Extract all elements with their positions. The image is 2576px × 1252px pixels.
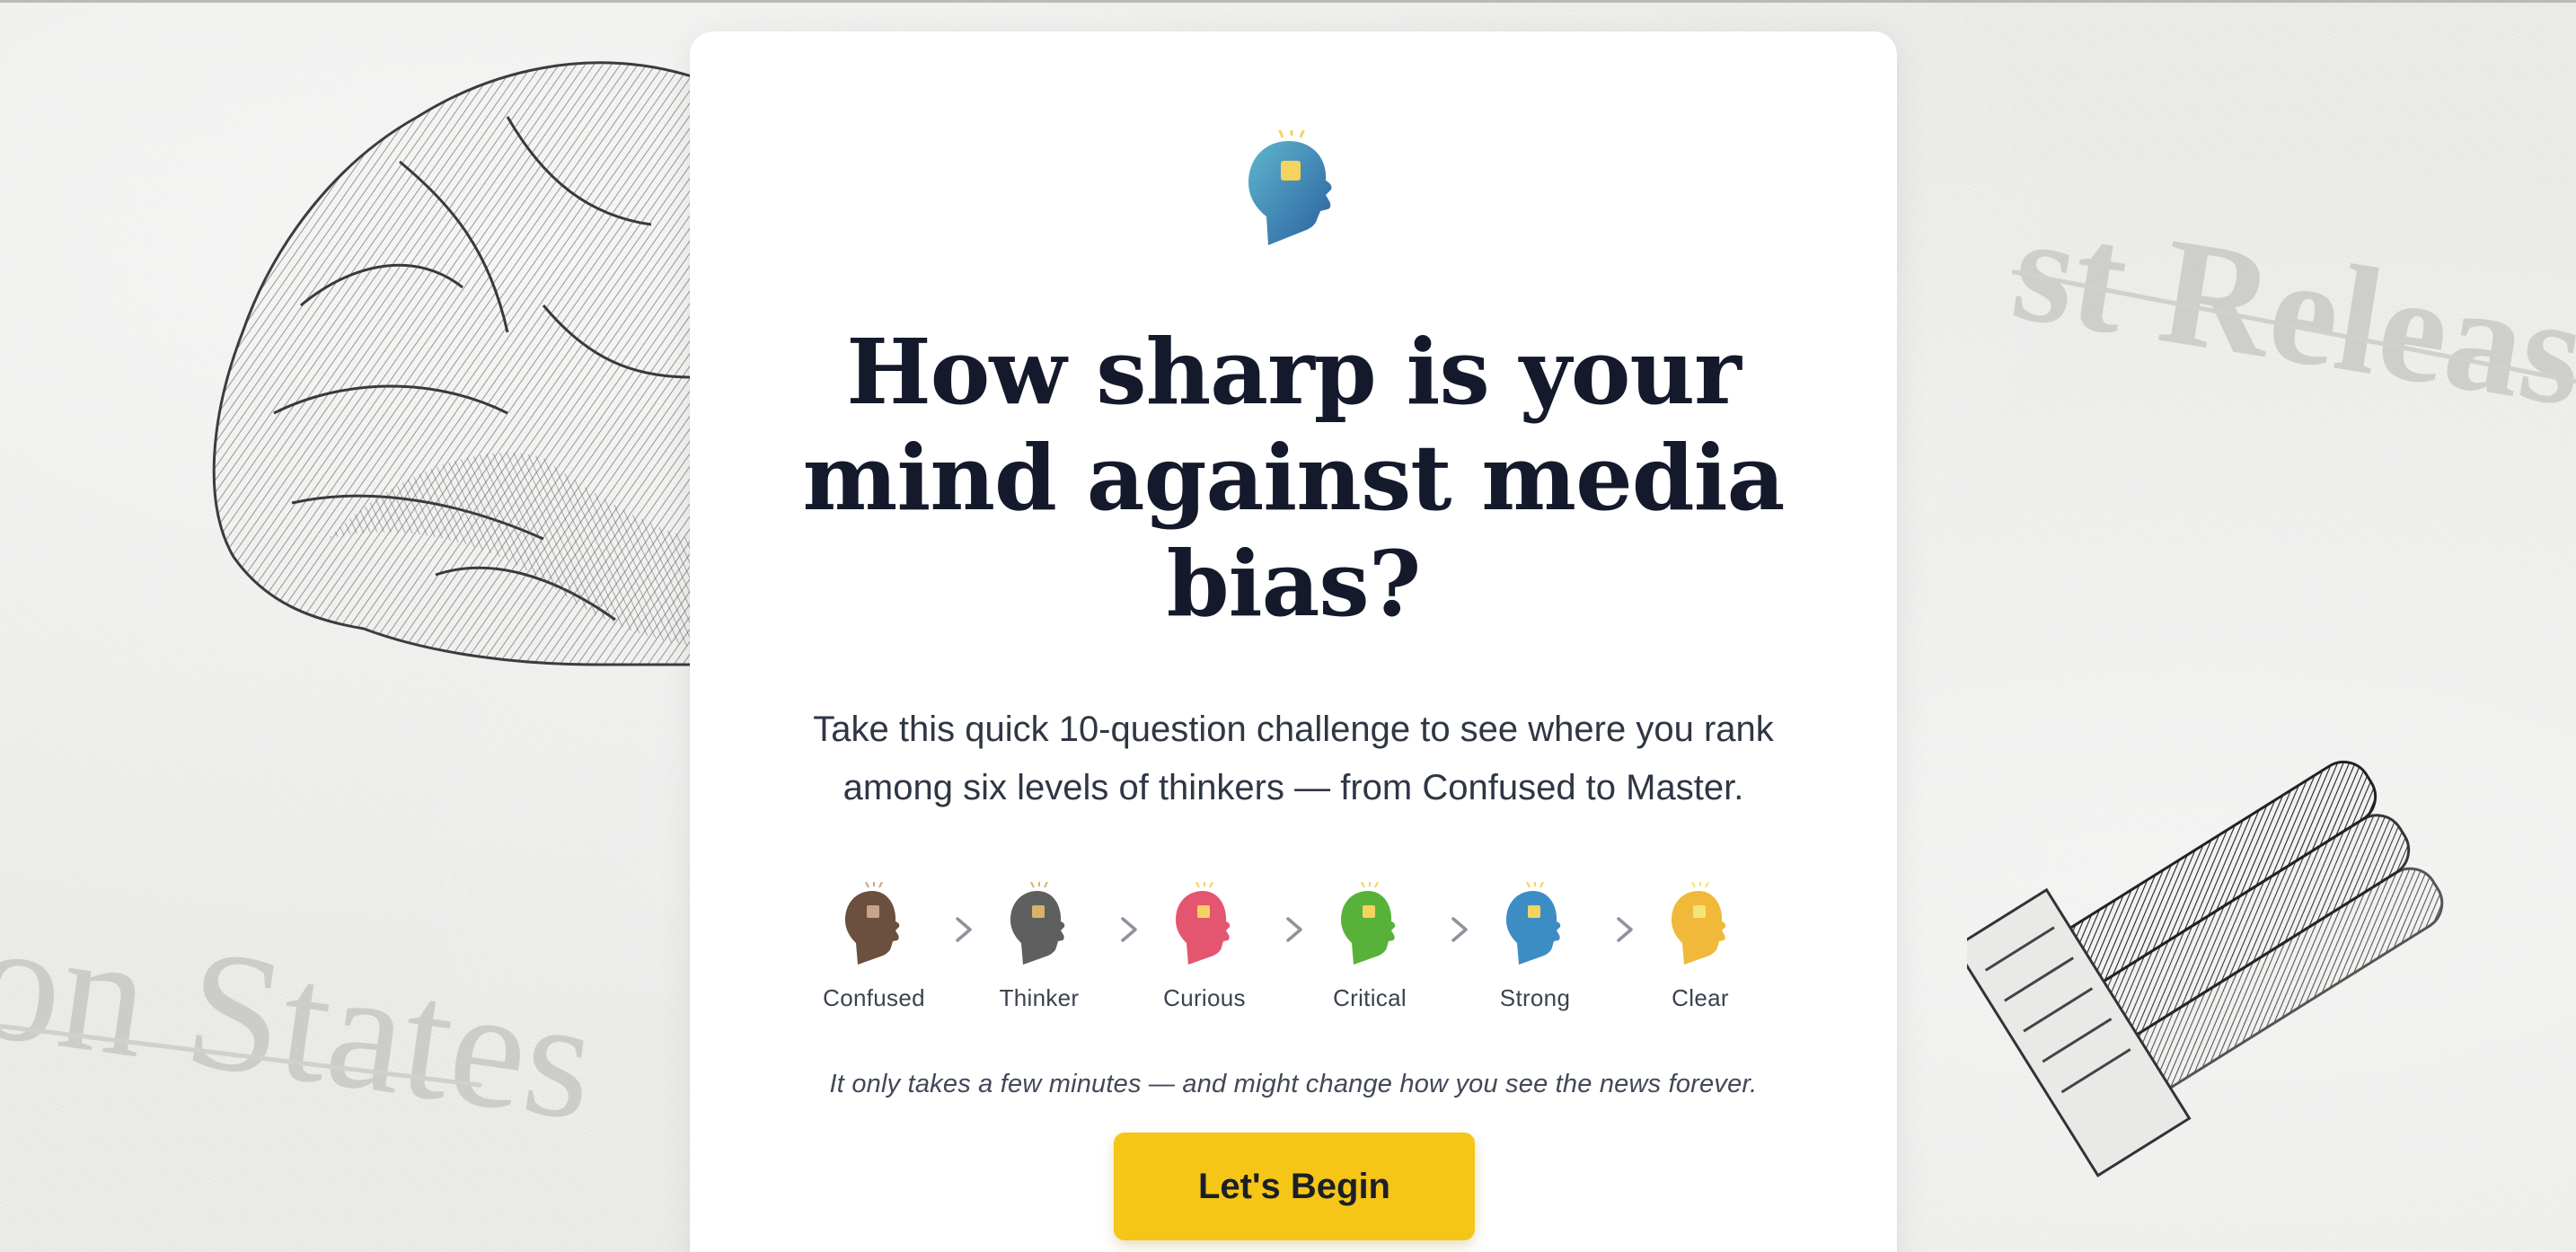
head-brown-icon bbox=[845, 882, 900, 965]
level-confused: Confused bbox=[807, 871, 941, 1024]
level-label: Thinker bbox=[999, 984, 1080, 1011]
title-line-1: How sharp is your bbox=[846, 319, 1742, 425]
level-label: Clear bbox=[1672, 984, 1729, 1011]
intro-card: How sharp is your mind against media bia… bbox=[690, 31, 1897, 1252]
title-line-3: bias? bbox=[1166, 531, 1422, 637]
level-label: Strong bbox=[1499, 984, 1571, 1011]
level-label: Critical bbox=[1333, 984, 1407, 1011]
thinker-levels: Confused Thinker Curious Critical Strong… bbox=[807, 871, 1780, 1024]
level-label: Confused bbox=[823, 984, 925, 1011]
level-critical: Critical bbox=[1302, 871, 1437, 1024]
background-headline-right: st Release bbox=[2003, 181, 2576, 450]
head-gray-icon bbox=[1010, 882, 1065, 965]
lets-begin-button[interactable]: Let's Begin bbox=[1114, 1133, 1475, 1240]
head-lightbulb-logo-icon bbox=[1248, 130, 1332, 245]
head-pink-icon bbox=[1176, 882, 1231, 965]
head-blue-icon bbox=[1506, 882, 1561, 965]
background-headline-left: on States bbox=[0, 883, 606, 1158]
newspaper-engraving-icon bbox=[1967, 760, 2444, 1177]
brain-engraving-icon bbox=[212, 61, 693, 666]
head-green-icon bbox=[1341, 882, 1396, 965]
level-label: Curious bbox=[1163, 984, 1246, 1011]
page-title: How sharp is your mind against media bia… bbox=[780, 319, 1807, 637]
level-clear: Clear bbox=[1633, 871, 1768, 1024]
subtitle-line-1: Take this quick 10-question challenge to… bbox=[813, 710, 1774, 749]
top-rule bbox=[0, 0, 2576, 3]
intro-subtitle: Take this quick 10-question challenge to… bbox=[798, 701, 1789, 817]
level-curious: Curious bbox=[1137, 871, 1272, 1024]
title-line-2: mind against media bbox=[802, 425, 1786, 531]
head-yellow-icon bbox=[1672, 882, 1726, 965]
level-strong: Strong bbox=[1468, 871, 1602, 1024]
level-thinker: Thinker bbox=[972, 871, 1107, 1024]
subtitle-line-2: among six levels of thinkers — from Conf… bbox=[842, 768, 1744, 807]
tagline: It only takes a few minutes — and might … bbox=[829, 1070, 1758, 1098]
